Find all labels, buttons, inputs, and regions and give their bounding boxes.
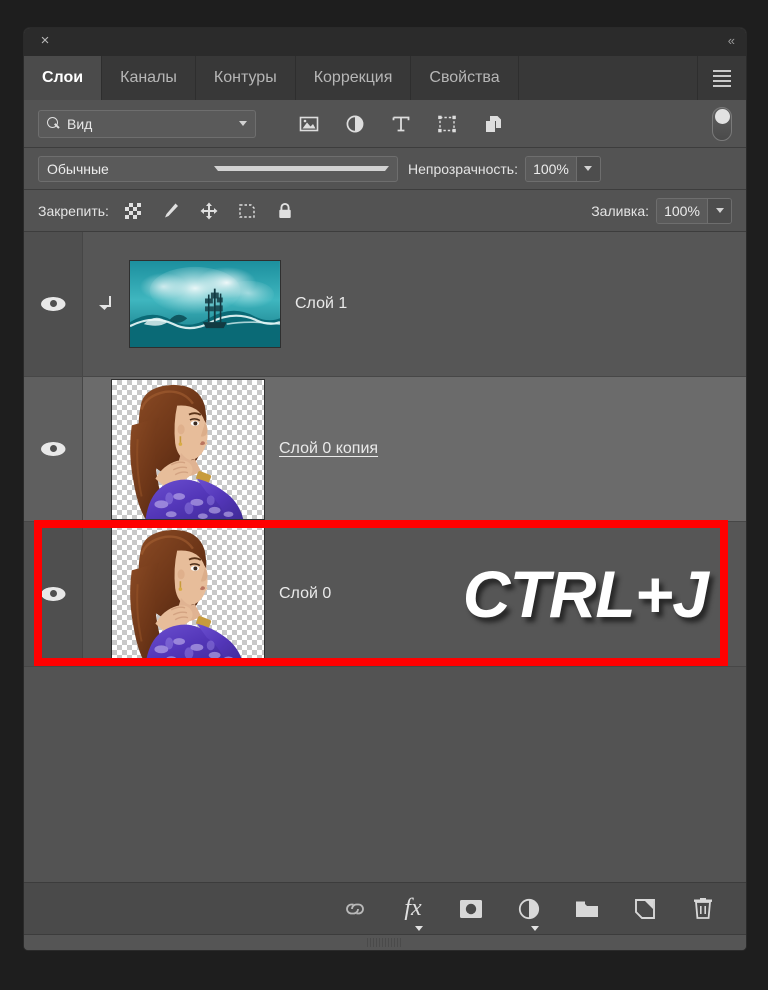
- panel-tabbar: Слои Каналы Контуры Коррекция Свойства: [24, 56, 746, 100]
- clipping-arrow-icon: [98, 294, 114, 314]
- new-group-icon[interactable]: [572, 894, 602, 924]
- magnifier-icon: [47, 117, 61, 131]
- layer-name-cell[interactable]: Слой 0 CTRL+J: [265, 522, 746, 666]
- smart-object-filter-icon[interactable]: [482, 113, 504, 135]
- blend-mode-value: Обычные: [47, 161, 214, 177]
- collapse-panel-icon[interactable]: «: [728, 33, 734, 48]
- lock-row: Закрепить:: [24, 190, 746, 232]
- table-row[interactable]: Слой 0 CTRL+J: [24, 522, 746, 667]
- portrait-woman-thumbnail: [111, 379, 265, 520]
- tabbar-spacer: [519, 56, 698, 100]
- adjustment-layer-filter-icon[interactable]: [344, 113, 366, 135]
- filter-row: Вид: [24, 100, 746, 148]
- eye-icon: [41, 297, 66, 311]
- fill-group: Заливка: 100%: [581, 198, 732, 224]
- chevron-down-icon: [239, 121, 247, 126]
- lock-image-pixels-icon[interactable]: [161, 201, 181, 221]
- layer-name: Слой 0: [279, 585, 331, 603]
- chevron-down-icon: [584, 166, 592, 171]
- clipping-mask-indicator: [83, 232, 129, 376]
- layers-panel: × « Слои Каналы Контуры Коррекция Свойст…: [24, 28, 746, 950]
- shortcut-annotation-text: CTRL+J: [463, 556, 708, 632]
- chevron-down-icon: [415, 926, 423, 931]
- blend-mode-select[interactable]: Обычные: [38, 156, 398, 182]
- fill-value[interactable]: 100%: [657, 199, 707, 223]
- layer-name-cell[interactable]: Слой 1: [281, 232, 746, 376]
- layer-name: Слой 1: [295, 295, 347, 313]
- fill-dropdown-icon[interactable]: [707, 199, 731, 223]
- lock-icons: [123, 201, 295, 221]
- filter-kind-select[interactable]: Вид: [38, 110, 256, 138]
- blend-mode-row: Обычные Непрозрачность: 100%: [24, 148, 746, 190]
- tab-paths[interactable]: Контуры: [196, 56, 296, 100]
- layer-name[interactable]: Слой 0 копия: [279, 440, 378, 458]
- lock-label: Закрепить:: [38, 203, 109, 219]
- opacity-dropdown-icon[interactable]: [576, 157, 600, 181]
- layer-visibility-toggle[interactable]: [24, 232, 83, 376]
- panel-titlebar: × «: [24, 28, 746, 56]
- lock-artboard-nesting-icon[interactable]: [237, 201, 257, 221]
- lock-position-icon[interactable]: [199, 201, 219, 221]
- shape-layer-filter-icon[interactable]: [436, 113, 458, 135]
- chevron-down-icon: [214, 166, 389, 171]
- filter-kind-value: Вид: [67, 116, 239, 132]
- opacity-value[interactable]: 100%: [526, 157, 576, 181]
- new-layer-icon[interactable]: [630, 894, 660, 924]
- delete-layer-icon[interactable]: [688, 894, 718, 924]
- opacity-field[interactable]: 100%: [525, 156, 601, 182]
- eye-icon: [41, 442, 66, 456]
- eye-icon: [41, 587, 66, 601]
- layer-thumbnail-cell[interactable]: [83, 377, 265, 521]
- chevron-down-icon: [531, 926, 539, 931]
- layer-visibility-toggle[interactable]: [24, 522, 83, 666]
- add-layer-mask-icon[interactable]: [456, 894, 486, 924]
- layer-thumbnail-cell[interactable]: [129, 232, 281, 376]
- layer-thumbnail-cell[interactable]: [83, 522, 265, 666]
- panel-menu-icon[interactable]: [698, 56, 746, 100]
- table-row[interactable]: Слой 1: [24, 232, 746, 377]
- ship-ocean-thumbnail: [129, 260, 281, 348]
- layer-list: Слой 1: [24, 232, 746, 788]
- layer-visibility-toggle[interactable]: [24, 377, 83, 521]
- filter-enable-toggle[interactable]: [712, 107, 732, 141]
- layer-name-cell[interactable]: Слой 0 копия: [265, 377, 746, 521]
- tab-layers[interactable]: Слои: [24, 56, 102, 100]
- new-adjustment-layer-icon[interactable]: [514, 894, 544, 924]
- filter-type-icons: [298, 113, 504, 135]
- panel-resize-grip[interactable]: [24, 934, 746, 950]
- layers-bottom-toolbar: fx: [24, 882, 746, 934]
- fill-field[interactable]: 100%: [656, 198, 732, 224]
- fx-label: fx: [404, 895, 421, 922]
- close-icon[interactable]: ×: [36, 32, 54, 50]
- pixel-layer-filter-icon[interactable]: [298, 113, 320, 135]
- tab-adjustments[interactable]: Коррекция: [296, 56, 412, 100]
- type-layer-filter-icon[interactable]: [390, 113, 412, 135]
- lock-all-icon[interactable]: [275, 201, 295, 221]
- chevron-down-icon: [716, 208, 724, 213]
- layer-styles-fx-icon[interactable]: fx: [398, 894, 428, 924]
- opacity-label: Непрозрачность:: [408, 161, 518, 177]
- fill-label: Заливка:: [591, 203, 649, 219]
- link-layers-icon[interactable]: [340, 894, 370, 924]
- tab-channels[interactable]: Каналы: [102, 56, 196, 100]
- portrait-woman-thumbnail: [111, 524, 265, 665]
- tab-properties[interactable]: Свойства: [411, 56, 518, 100]
- table-row[interactable]: Слой 0 копия: [24, 377, 746, 522]
- lock-transparent-pixels-icon[interactable]: [123, 201, 143, 221]
